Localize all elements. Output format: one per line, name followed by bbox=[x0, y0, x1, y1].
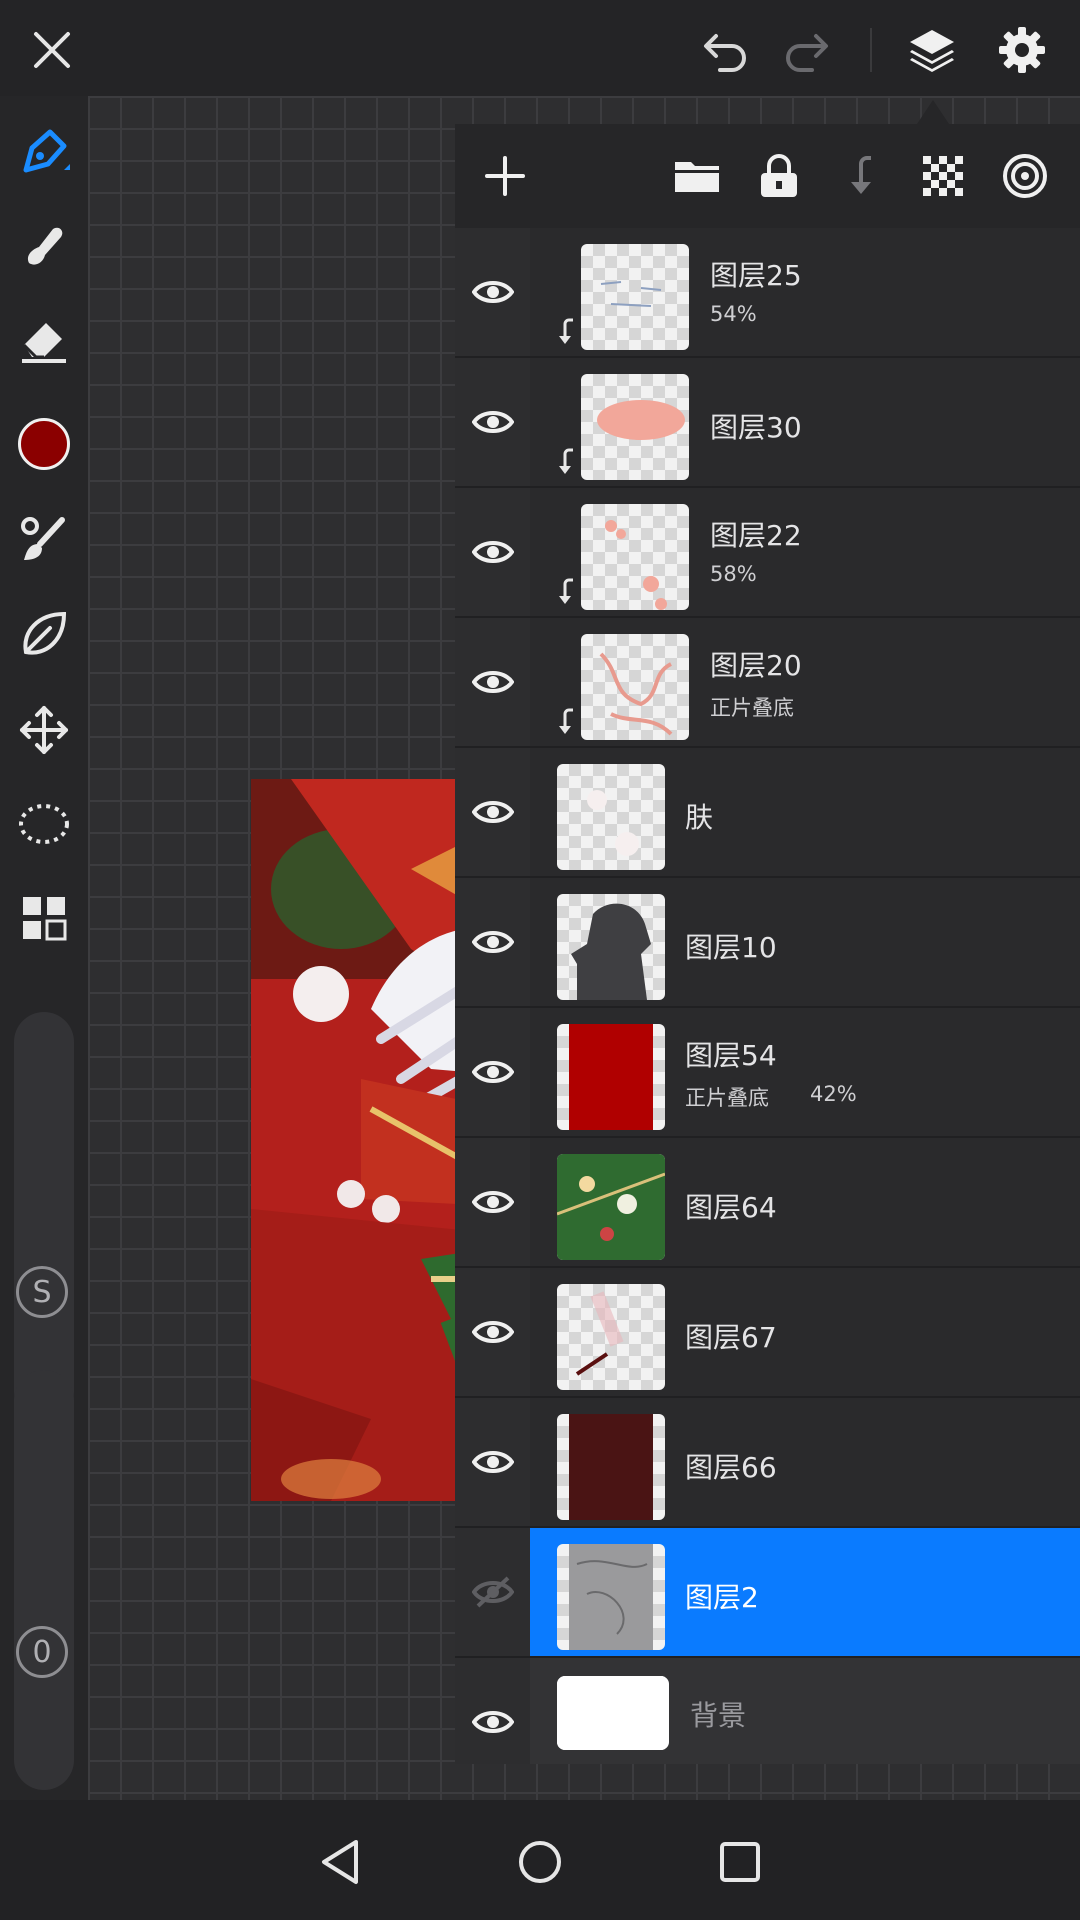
system-nav-bar bbox=[0, 1800, 1080, 1920]
home-icon[interactable] bbox=[508, 1830, 572, 1894]
toolbar-separator bbox=[870, 28, 872, 72]
back-icon[interactable] bbox=[308, 1830, 372, 1894]
layer-name: 图层66 bbox=[685, 1451, 777, 1484]
clipping-arrow-icon bbox=[555, 318, 577, 348]
redo-icon[interactable] bbox=[774, 18, 838, 82]
eye-icon[interactable] bbox=[455, 1138, 530, 1266]
eye-icon[interactable] bbox=[455, 1268, 530, 1396]
undo-icon[interactable] bbox=[694, 18, 758, 82]
eraser-tool-icon[interactable] bbox=[12, 308, 76, 372]
eye-icon[interactable] bbox=[455, 228, 530, 356]
layer-list[interactable]: 图层25 54% 图层30 图层22 58% 图层20 正片叠底肤图层10 图层54 正片叠底 4… bbox=[455, 228, 1080, 1764]
layer-blend-info: 54% bbox=[710, 302, 757, 326]
layer-name: 图层54 bbox=[685, 1039, 777, 1072]
layer-row[interactable]: 背景 bbox=[455, 1658, 1080, 1764]
layer-row[interactable]: 图层30 bbox=[455, 358, 1080, 488]
layer-thumbnail bbox=[581, 634, 689, 740]
layer-row[interactable]: 图层2 bbox=[455, 1528, 1080, 1658]
pen-tool-icon[interactable] bbox=[12, 120, 76, 184]
eye-icon[interactable] bbox=[455, 1398, 530, 1526]
layer-thumbnail bbox=[557, 1544, 665, 1650]
layer-thumbnail bbox=[557, 1154, 665, 1260]
layer-row[interactable]: 图层64 bbox=[455, 1138, 1080, 1268]
layer-thumbnail bbox=[581, 374, 689, 480]
layer-name: 背景 bbox=[690, 1699, 747, 1732]
lock-icon[interactable] bbox=[749, 146, 809, 206]
eye-hidden-icon[interactable] bbox=[455, 1528, 530, 1656]
recents-icon[interactable] bbox=[708, 1830, 772, 1894]
color-swatch[interactable] bbox=[12, 412, 76, 476]
clipping-arrow-icon bbox=[555, 448, 577, 478]
brush-size-slider[interactable] bbox=[14, 1012, 74, 1422]
layer-thumbnail bbox=[581, 504, 689, 610]
layer-thumbnail bbox=[557, 764, 665, 870]
eye-icon[interactable] bbox=[455, 878, 530, 1006]
eye-icon[interactable] bbox=[455, 488, 530, 616]
settings-icon[interactable] bbox=[990, 18, 1054, 82]
layer-blend-info: 58% bbox=[710, 562, 757, 586]
eye-icon[interactable] bbox=[455, 1658, 530, 1764]
eye-icon[interactable] bbox=[455, 618, 530, 746]
smudge-tool-icon[interactable] bbox=[12, 214, 76, 278]
clipping-arrow-icon bbox=[555, 708, 577, 738]
blend-target-icon[interactable] bbox=[995, 146, 1055, 206]
layers-icon[interactable] bbox=[900, 18, 964, 82]
top-bar bbox=[0, 0, 1080, 96]
eye-icon[interactable] bbox=[455, 748, 530, 876]
add-layer-icon[interactable] bbox=[475, 146, 535, 206]
brush-opacity-label: 0 bbox=[16, 1626, 68, 1678]
layer-name: 图层22 bbox=[710, 519, 802, 552]
folder-icon[interactable] bbox=[667, 146, 727, 206]
layers-panel-header bbox=[455, 124, 1080, 228]
layer-name: 图层20 bbox=[710, 649, 802, 682]
close-icon[interactable] bbox=[20, 18, 84, 82]
brush-size-label: S bbox=[16, 1266, 68, 1318]
eye-icon[interactable] bbox=[455, 358, 530, 486]
clipping-arrow-icon bbox=[555, 578, 577, 608]
layer-thumbnail bbox=[557, 1284, 665, 1390]
layer-name: 图层30 bbox=[710, 411, 802, 444]
layer-row[interactable]: 图层66 bbox=[455, 1398, 1080, 1528]
brush-opacity-slider[interactable] bbox=[14, 1370, 74, 1790]
clip-down-icon[interactable] bbox=[831, 146, 891, 206]
layer-row[interactable]: 图层22 58% bbox=[455, 488, 1080, 618]
layer-name: 图层10 bbox=[685, 931, 777, 964]
layer-row[interactable]: 肤 bbox=[455, 748, 1080, 878]
layer-row[interactable]: 图层54 正片叠底 42% bbox=[455, 1008, 1080, 1138]
layer-row[interactable]: 图层25 54% bbox=[455, 228, 1080, 358]
layers-panel: 图层25 54% 图层30 图层22 58% 图层20 正片叠底肤图层10 图层54 正片叠底 4… bbox=[455, 124, 1080, 1764]
layer-name: 肤 bbox=[685, 801, 714, 834]
layer-blend-info: 正片叠底 bbox=[710, 696, 794, 720]
layer-name: 图层2 bbox=[685, 1581, 759, 1614]
transparency-icon[interactable] bbox=[913, 146, 973, 206]
layer-opacity: 42% bbox=[810, 1082, 857, 1106]
layer-name: 图层64 bbox=[685, 1191, 777, 1224]
layer-blend-info: 正片叠底 bbox=[685, 1086, 769, 1110]
layer-name: 图层25 bbox=[710, 259, 802, 292]
leaf-brush-icon[interactable] bbox=[12, 602, 76, 666]
lasso-icon[interactable] bbox=[12, 792, 76, 856]
brush-settings-icon[interactable] bbox=[12, 508, 76, 572]
transform-icon[interactable] bbox=[12, 698, 76, 762]
layer-thumbnail bbox=[557, 1676, 669, 1750]
layers-panel-pointer bbox=[917, 100, 949, 124]
layout-icon[interactable] bbox=[12, 886, 76, 950]
layer-thumbnail bbox=[557, 1414, 665, 1520]
layer-row[interactable]: 图层10 bbox=[455, 878, 1080, 1008]
layer-row[interactable]: 图层20 正片叠底 bbox=[455, 618, 1080, 748]
layer-row[interactable]: 图层67 bbox=[455, 1268, 1080, 1398]
left-toolbar: S 0 bbox=[0, 96, 88, 1800]
layer-name: 图层67 bbox=[685, 1321, 777, 1354]
eye-icon[interactable] bbox=[455, 1008, 530, 1136]
layer-thumbnail bbox=[557, 894, 665, 1000]
layer-thumbnail bbox=[557, 1024, 665, 1130]
layer-thumbnail bbox=[581, 244, 689, 350]
